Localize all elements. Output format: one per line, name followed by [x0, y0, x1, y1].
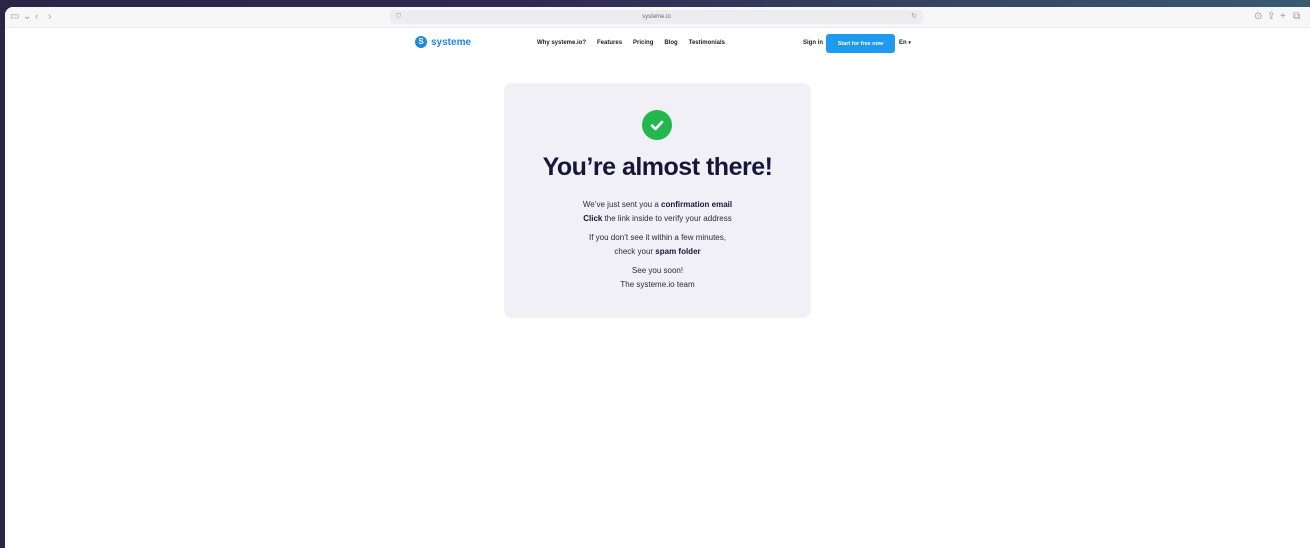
- reload-icon[interactable]: ↻: [911, 10, 917, 24]
- nav-link-blog[interactable]: Blog: [664, 40, 677, 46]
- new-tab-icon[interactable]: +: [1280, 11, 1286, 23]
- browser-toolbar: ▭ ⌄ ‹ › ⛉ systeme.io ↻ ⊙ ⇪ + ⧉: [5, 7, 1310, 28]
- chevron-down-icon: ▾: [908, 40, 911, 46]
- page-title: You’re almost there!: [542, 153, 773, 181]
- message-emphasis: spam folder: [655, 247, 701, 256]
- message-text: the link inside to verify your address: [602, 214, 732, 223]
- check-circle-icon: [642, 110, 672, 140]
- chevron-down-icon[interactable]: ⌄: [23, 11, 31, 23]
- message-line-2: Click the link inside to verify your add…: [504, 214, 811, 223]
- nav-link-why[interactable]: Why systeme.io?: [537, 40, 586, 46]
- tab-overview-icon[interactable]: ⧉: [1293, 11, 1300, 23]
- download-icon[interactable]: ⊙: [1254, 11, 1262, 23]
- logo-wordmark: systeme: [431, 36, 472, 48]
- forward-icon[interactable]: ›: [48, 11, 51, 23]
- message-line-1: We’ve just sent you a confirmation email: [504, 200, 811, 209]
- sidebar-toggle-icon[interactable]: ▭: [10, 11, 19, 23]
- language-selector[interactable]: En ▾: [899, 40, 911, 46]
- main-nav: Why systeme.io? Features Pricing Blog Te…: [537, 40, 736, 46]
- site-header: S systeme Why systeme.io? Features Prici…: [5, 34, 1310, 56]
- message-line-5: See you soon!: [631, 266, 684, 275]
- nav-link-testimonials[interactable]: Testimonials: [689, 40, 725, 46]
- sign-in-link[interactable]: Sign in: [803, 40, 823, 46]
- share-icon[interactable]: ⇪: [1267, 11, 1275, 23]
- address-bar[interactable]: ⛉ systeme.io ↻: [390, 10, 923, 24]
- message-line-3: If you don’t see it within a few minutes…: [589, 233, 726, 242]
- message-text: check your: [614, 247, 656, 256]
- nav-link-features[interactable]: Features: [597, 40, 622, 46]
- confirmation-card: You’re almost there! We’ve just sent you…: [504, 83, 811, 318]
- message-line-6: The systeme.io team: [620, 280, 695, 289]
- language-label: En: [899, 40, 907, 46]
- site-logo[interactable]: S systeme: [415, 36, 471, 48]
- browser-window: ▭ ⌄ ‹ › ⛉ systeme.io ↻ ⊙ ⇪ + ⧉ S systeme…: [5, 7, 1310, 548]
- message-emphasis: confirmation email: [661, 200, 733, 209]
- message-emphasis: Click: [583, 214, 603, 223]
- message-text: We’ve just sent you a: [582, 200, 661, 209]
- url-text: systeme.io: [642, 14, 671, 20]
- start-free-button[interactable]: Start for free now: [826, 34, 895, 53]
- message-line-4: check your spam folder: [504, 247, 811, 256]
- logo-mark-icon: S: [415, 36, 427, 48]
- back-icon[interactable]: ‹: [35, 11, 38, 23]
- nav-link-pricing[interactable]: Pricing: [633, 40, 653, 46]
